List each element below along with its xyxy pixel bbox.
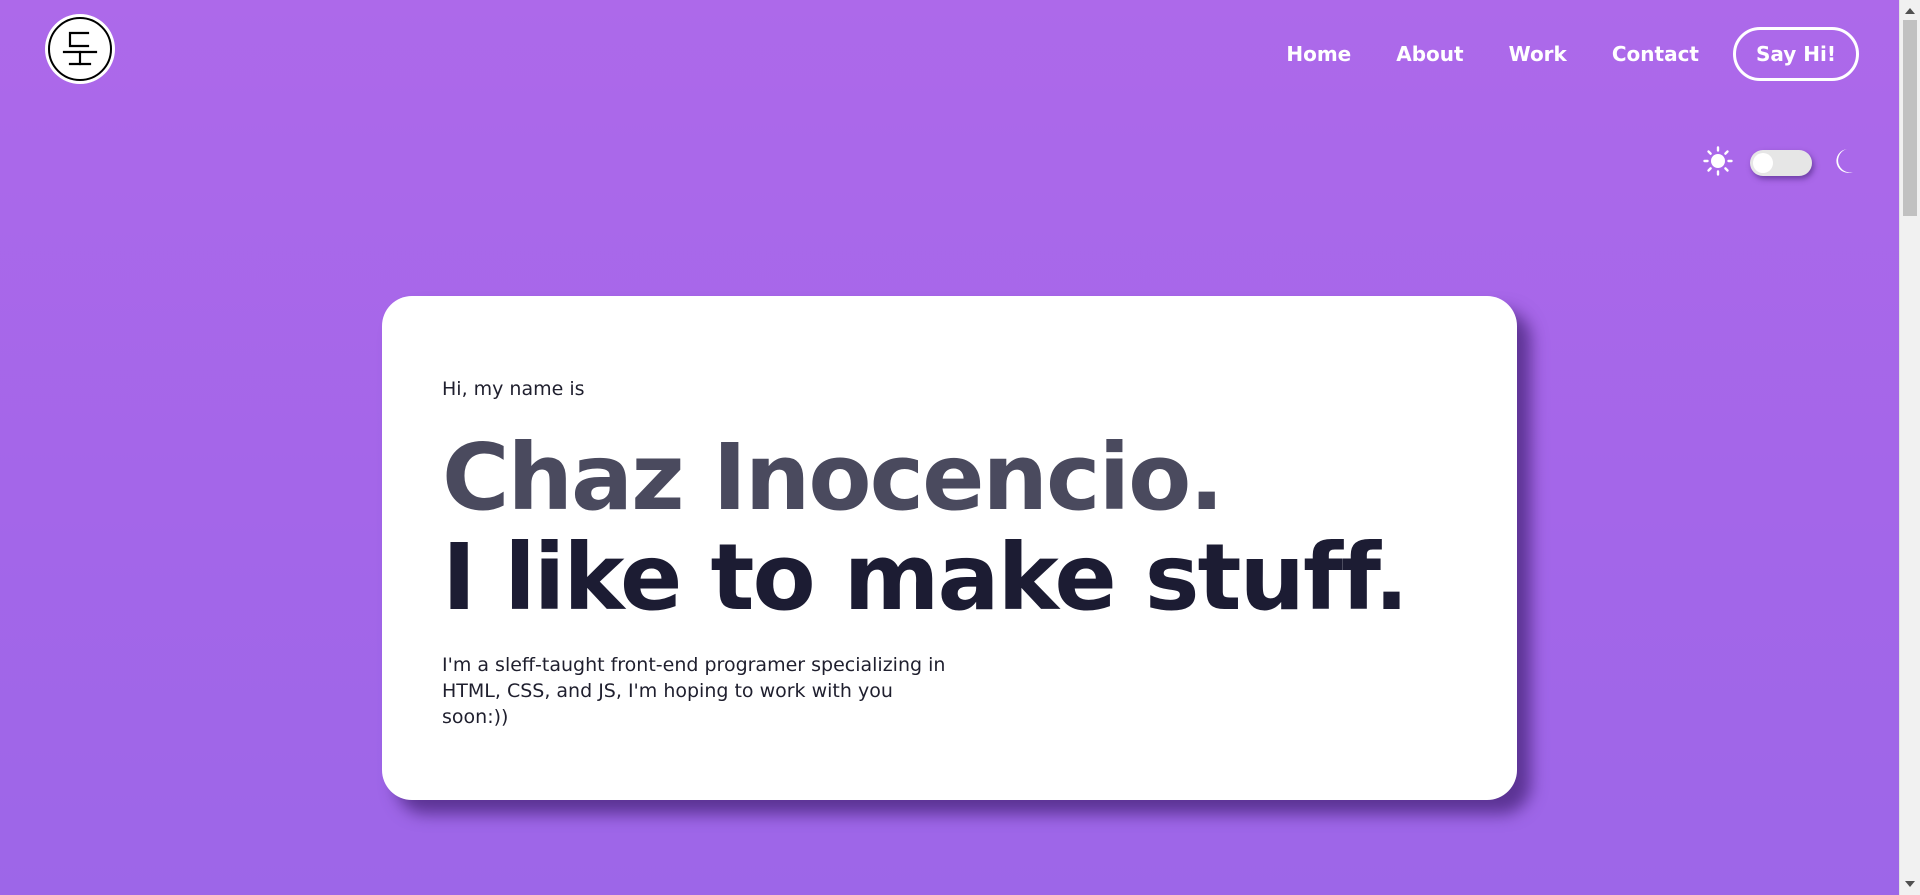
nav-link-contact[interactable]: Contact — [1612, 42, 1699, 66]
scrollbar-thumb[interactable] — [1903, 20, 1917, 216]
hero-card: Hi, my name is Chaz Inocencio. I like to… — [382, 296, 1517, 800]
nav-link-home[interactable]: Home — [1286, 42, 1351, 66]
theme-switch[interactable] — [1750, 150, 1812, 176]
page-scrollbar[interactable] — [1899, 0, 1920, 895]
say-hi-button[interactable]: Say Hi! — [1733, 27, 1859, 81]
hero-name: Chaz Inocencio. — [442, 424, 1224, 531]
scroll-down-arrow-icon[interactable] — [1905, 881, 1915, 887]
main-nav: Home About Work Contact Say Hi! — [1286, 27, 1859, 81]
scroll-up-arrow-icon[interactable] — [1905, 8, 1915, 14]
hero-greeting: Hi, my name is — [442, 378, 585, 400]
sun-icon — [1703, 146, 1733, 180]
nav-link-about[interactable]: About — [1396, 42, 1463, 66]
nav-link-work[interactable]: Work — [1509, 42, 1567, 66]
hero-tagline: I like to make stuff. — [442, 524, 1409, 631]
moon-icon — [1832, 147, 1854, 179]
monogram-logo-icon-svg — [62, 31, 98, 66]
theme-toggle — [1703, 146, 1854, 180]
logo[interactable] — [45, 14, 115, 84]
theme-switch-knob — [1753, 153, 1773, 173]
hero-bio: I'm a sleff-taught front-end programer s… — [442, 654, 946, 728]
monogram-logo-icon — [48, 17, 112, 81]
